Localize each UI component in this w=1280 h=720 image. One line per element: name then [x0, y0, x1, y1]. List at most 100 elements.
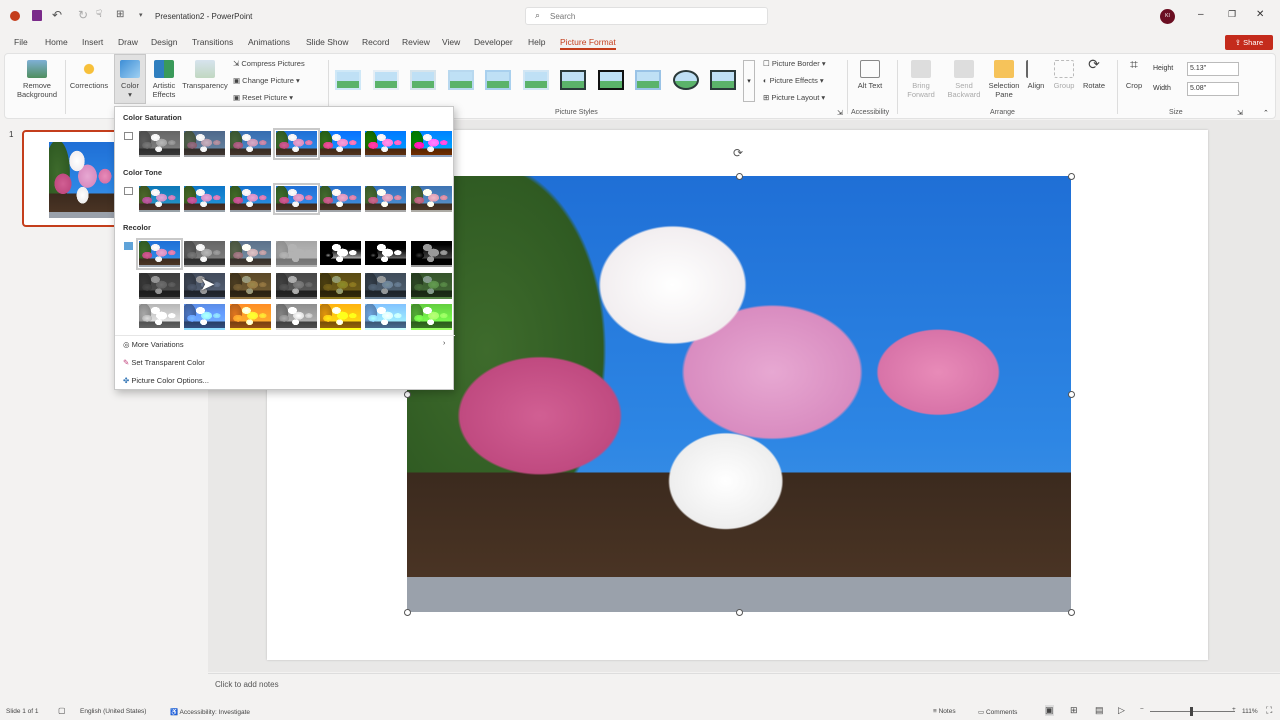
tab-draw[interactable]: Draw [118, 37, 138, 47]
minimize-button[interactable]: – [1198, 9, 1204, 20]
touch-mode-icon[interactable]: ☟ [96, 9, 102, 20]
picture-style-option[interactable] [635, 70, 661, 90]
close-button[interactable]: ✕ [1256, 9, 1264, 20]
comments-button[interactable]: ▭ Comments [978, 708, 1017, 716]
spellcheck-icon[interactable]: ▢ [58, 706, 66, 715]
tab-home[interactable]: Home [45, 37, 68, 47]
accessibility-indicator[interactable]: ♿ Accessibility: Investigate [170, 708, 250, 716]
undo-icon[interactable]: ↶ [52, 8, 62, 22]
tab-animations[interactable]: Animations [248, 37, 290, 47]
recolor-option[interactable] [139, 304, 180, 330]
picture-style-option[interactable] [410, 70, 436, 90]
redo-icon[interactable]: ↻ [78, 8, 88, 22]
present-icon[interactable]: ⊞ [116, 9, 124, 20]
zoom-in-button[interactable]: + [1232, 706, 1236, 713]
selected-picture[interactable] [407, 176, 1071, 612]
tone-option[interactable] [365, 186, 406, 212]
resize-handle[interactable] [1068, 173, 1075, 180]
recolor-option[interactable] [276, 273, 317, 299]
alt-text-button[interactable]: Alt Text [853, 60, 887, 90]
zoom-out-button[interactable]: − [1140, 706, 1144, 713]
saturation-option[interactable] [273, 128, 320, 160]
saturation-option[interactable] [411, 131, 452, 157]
share-button[interactable]: ⇪ Share [1225, 35, 1273, 50]
saturation-option[interactable] [230, 131, 271, 157]
color-button[interactable]: Color ▾ [114, 54, 146, 104]
picture-effects-button[interactable]: ◐ Picture Effects ▾ [763, 76, 824, 85]
compress-pictures-button[interactable]: ⇲ Compress Pictures [233, 59, 305, 68]
picture-style-option[interactable] [335, 70, 361, 90]
tone-option[interactable] [411, 186, 452, 212]
tab-transitions[interactable]: Transitions [192, 37, 233, 47]
save-icon[interactable] [32, 10, 42, 21]
rotate-handle-icon[interactable]: ⟳ [733, 146, 743, 160]
zoom-level[interactable]: 111% [1242, 708, 1258, 715]
tab-help[interactable]: Help [528, 37, 545, 47]
resize-handle[interactable] [404, 609, 411, 616]
resize-handle[interactable] [736, 609, 743, 616]
language-indicator[interactable]: English (United States) [80, 708, 146, 715]
recolor-option[interactable] [411, 273, 452, 299]
picture-style-option[interactable] [672, 70, 699, 90]
transparency-button[interactable]: Transparency [181, 60, 229, 90]
recolor-option[interactable] [136, 238, 183, 270]
resize-handle[interactable] [736, 173, 743, 180]
customize-qat-icon[interactable]: ▾ [139, 11, 143, 19]
set-transparent-color-menu-item[interactable]: ✎ Set Transparent Color [123, 358, 205, 367]
width-input[interactable]: 5.08" [1187, 82, 1239, 96]
remove-background-button[interactable]: Remove Background [15, 60, 59, 99]
search-box[interactable]: ⌕ Search [525, 7, 768, 25]
picture-style-option[interactable] [485, 70, 511, 90]
recolor-option[interactable] [320, 304, 361, 330]
height-input[interactable]: 5.13" [1187, 62, 1239, 76]
resize-handle[interactable] [1068, 391, 1075, 398]
picture-style-option[interactable] [372, 70, 399, 90]
styles-more-button[interactable]: ▾ [743, 60, 755, 102]
tone-option[interactable] [320, 186, 361, 212]
reading-view-icon[interactable]: ▤ [1095, 705, 1104, 716]
selection-pane-button[interactable]: Selection Pane [987, 60, 1021, 99]
tone-option[interactable] [184, 186, 225, 212]
restore-button[interactable]: ❐ [1228, 9, 1236, 20]
recolor-option[interactable] [276, 241, 317, 267]
picture-style-option[interactable] [710, 70, 736, 90]
tab-review[interactable]: Review [402, 37, 430, 47]
picture-style-option[interactable] [597, 70, 624, 90]
artistic-effects-button[interactable]: Artistic Effects [147, 60, 181, 99]
tab-design[interactable]: Design [151, 37, 177, 47]
notes-pane[interactable]: Click to add notes [208, 673, 1280, 699]
tone-option[interactable] [139, 186, 180, 212]
saturation-option[interactable] [320, 131, 361, 157]
bring-forward-button[interactable]: Bring Forward [901, 60, 941, 99]
tab-picture-format[interactable]: Picture Format [560, 37, 616, 50]
align-button[interactable]: Align [1023, 60, 1049, 90]
zoom-slider-thumb[interactable] [1190, 707, 1193, 716]
tab-developer[interactable]: Developer [474, 37, 513, 47]
saturation-option[interactable] [139, 131, 180, 157]
recolor-option[interactable] [139, 273, 180, 299]
recolor-option[interactable] [230, 304, 271, 330]
recolor-option[interactable] [230, 241, 271, 267]
saturation-option[interactable] [365, 131, 406, 157]
recolor-option[interactable] [320, 241, 361, 267]
recolor-option[interactable] [230, 273, 271, 299]
rotate-button[interactable]: ⟳ Rotate [1079, 57, 1109, 90]
tab-slide-show[interactable]: Slide Show [306, 37, 349, 47]
recolor-option[interactable] [365, 304, 406, 330]
picture-styles-launcher-icon[interactable]: ⇲ [837, 109, 843, 117]
recolor-option[interactable] [184, 304, 225, 330]
slide-thumbnail[interactable] [22, 130, 122, 227]
notes-button[interactable]: ≡ Notes [933, 708, 956, 715]
change-picture-button[interactable]: ▣ Change Picture ▾ [233, 76, 300, 85]
corrections-button[interactable]: Corrections [67, 60, 111, 90]
recolor-option[interactable] [365, 273, 406, 299]
recolor-option[interactable] [184, 241, 225, 267]
normal-view-icon[interactable]: ▣ [1045, 705, 1054, 716]
slide-sorter-icon[interactable]: ⊞ [1070, 705, 1078, 716]
tone-option[interactable] [273, 183, 320, 215]
tab-insert[interactable]: Insert [82, 37, 103, 47]
reset-picture-button[interactable]: ▣ Reset Picture ▾ [233, 93, 293, 102]
group-button[interactable]: Group [1051, 60, 1077, 90]
collapse-ribbon-icon[interactable]: ⌃ [1263, 109, 1269, 117]
slide-show-icon[interactable]: ▷ [1118, 705, 1125, 716]
